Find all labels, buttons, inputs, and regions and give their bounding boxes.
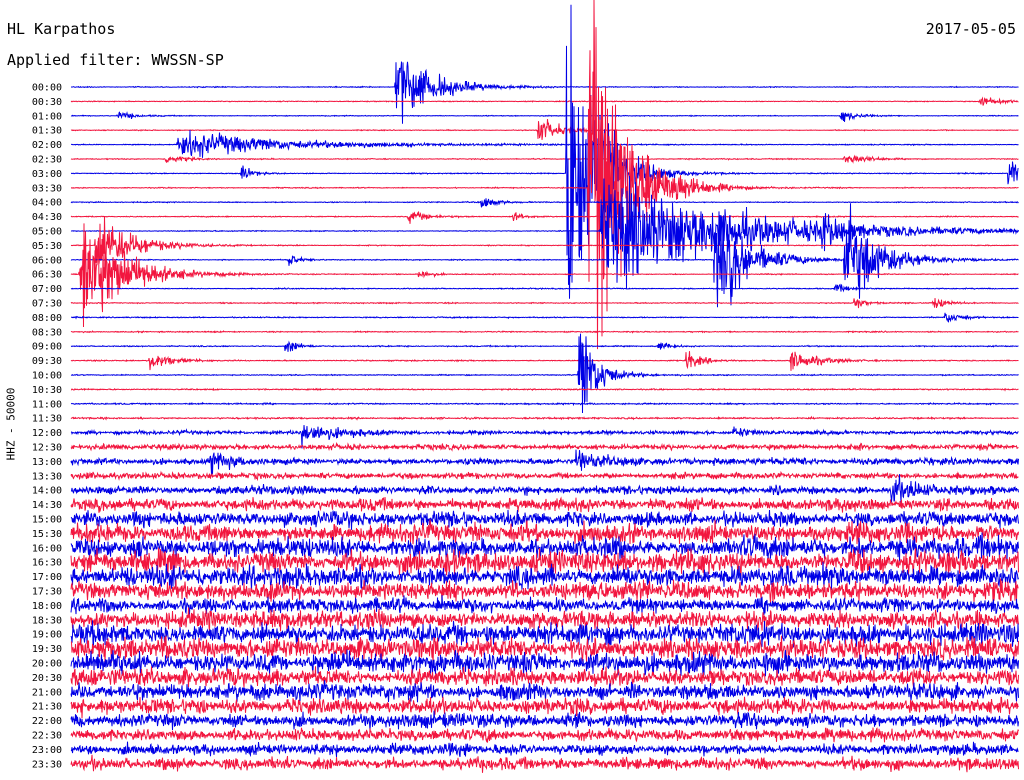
row-time-label: 14:30 xyxy=(32,500,62,511)
row-time-label: 11:30 xyxy=(32,414,62,425)
row-time-label: 20:30 xyxy=(32,673,62,684)
row-time-label: 17:30 xyxy=(32,587,62,598)
trace-row xyxy=(70,154,1019,164)
row-time-label: 23:30 xyxy=(32,759,62,770)
row-time-label: 03:30 xyxy=(32,183,62,194)
trace-group xyxy=(70,0,1019,773)
trace-row xyxy=(70,727,1019,743)
trace-row xyxy=(70,519,1019,546)
row-time-label: 00:30 xyxy=(32,97,62,108)
row-time-label: 12:00 xyxy=(32,428,62,439)
trace-row xyxy=(70,474,1019,503)
trace-row xyxy=(70,96,1019,106)
row-time-label: 16:00 xyxy=(32,543,62,554)
row-time-label: 19:30 xyxy=(32,644,62,655)
trace-row xyxy=(70,509,1019,530)
row-time-label: 10:30 xyxy=(32,385,62,396)
trace-row xyxy=(70,111,1019,122)
trace-row xyxy=(70,387,1019,392)
row-time-label: 09:00 xyxy=(32,342,62,353)
row-time-label: 12:30 xyxy=(32,443,62,454)
row-time-label: 02:00 xyxy=(32,140,62,151)
trace-row xyxy=(71,61,1019,124)
trace-row xyxy=(70,340,1019,352)
row-time-label: 21:30 xyxy=(32,702,62,713)
row-time-label: 08:30 xyxy=(32,327,62,338)
row-time-label: 03:00 xyxy=(32,169,62,180)
trace-row xyxy=(70,401,1019,407)
row-time-label: 13:00 xyxy=(32,457,62,468)
row-time-label: 05:00 xyxy=(32,227,62,238)
trace-row xyxy=(70,425,1019,449)
trace-row xyxy=(70,223,1019,328)
row-time-label: 13:30 xyxy=(32,471,62,482)
row-time-label: 05:30 xyxy=(32,241,62,252)
trace-row xyxy=(70,470,1019,482)
row-time-label: 16:30 xyxy=(32,558,62,569)
row-time-label: 01:00 xyxy=(32,111,62,122)
trace-row xyxy=(70,283,1019,293)
row-time-label: 07:30 xyxy=(32,299,62,310)
row-time-label: 23:00 xyxy=(32,745,62,756)
row-time-label: 18:30 xyxy=(32,615,62,626)
row-time-label: 09:30 xyxy=(32,356,62,367)
trace-row xyxy=(70,211,1019,224)
row-time-label: 22:00 xyxy=(32,716,62,727)
trace-row xyxy=(70,561,1019,591)
row-time-label: 04:30 xyxy=(32,212,62,223)
row-time-label: 02:30 xyxy=(32,155,62,166)
row-time-label: 08:00 xyxy=(32,313,62,324)
trace-row xyxy=(70,449,1019,475)
trace-row xyxy=(71,0,1019,350)
trace-row xyxy=(70,441,1019,452)
trace-row xyxy=(70,710,1019,731)
trace-row xyxy=(70,696,1019,719)
trace-row xyxy=(70,680,1019,703)
trace-row xyxy=(70,741,1019,758)
trace-row xyxy=(70,595,1019,616)
row-time-label: 19:00 xyxy=(32,630,62,641)
row-time-label: 06:30 xyxy=(32,270,62,281)
row-time-label: 06:00 xyxy=(32,255,62,266)
trace-row xyxy=(71,312,1019,323)
trace-row xyxy=(70,666,1019,688)
trace-row xyxy=(70,415,1019,421)
row-time-label: 15:00 xyxy=(32,515,62,526)
row-time-label: 07:00 xyxy=(32,284,62,295)
trace-row xyxy=(70,215,1019,279)
trace-row xyxy=(70,351,1019,371)
row-time-label: 22:30 xyxy=(32,731,62,742)
trace-row xyxy=(70,298,1019,309)
trace-row xyxy=(70,203,1019,308)
row-time-label: 10:00 xyxy=(32,371,62,382)
row-time-label: 17:00 xyxy=(32,572,62,583)
tick-labels: 00:00 00:30 01:00 01:30 02:00 02:30 03:00 03:30… xyxy=(32,83,62,771)
row-time-label: 00:00 xyxy=(32,83,62,94)
row-time-label: 11:00 xyxy=(32,399,62,410)
trace-row xyxy=(70,175,1019,289)
row-time-label: 01:30 xyxy=(32,126,62,137)
trace-row xyxy=(71,129,1019,158)
trace-row xyxy=(70,330,1019,334)
row-time-label: 14:00 xyxy=(32,486,62,497)
trace-row xyxy=(70,198,1019,208)
row-time-label: 20:00 xyxy=(32,659,62,670)
row-time-label: 21:00 xyxy=(32,687,62,698)
row-time-label: 15:30 xyxy=(32,529,62,540)
trace-row xyxy=(70,754,1019,773)
row-time-label: 18:00 xyxy=(32,601,62,612)
helicorder-plot: 00:00 00:30 01:00 01:30 02:00 02:30 03:00 03:30… xyxy=(32,0,1019,773)
row-time-label: 04:00 xyxy=(32,198,62,209)
trace-row xyxy=(70,496,1019,513)
